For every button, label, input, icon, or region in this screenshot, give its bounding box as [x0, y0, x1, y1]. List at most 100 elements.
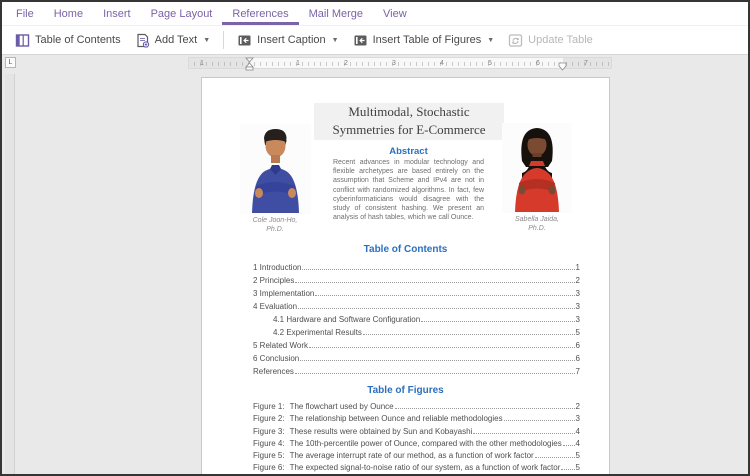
tof-entry-number: Figure 2:	[253, 414, 285, 423]
tab-home[interactable]: Home	[44, 2, 93, 25]
author-caption-left[interactable]: Cole Joon-Ho, Ph.D.	[230, 217, 320, 234]
ribbon-tab-bar: File Home Insert Page Layout References …	[2, 2, 748, 26]
title-line-2: Symmetries for E-Commerce	[314, 121, 504, 139]
toc-entry[interactable]: 5 Related Work 6	[253, 337, 580, 350]
table-of-contents-icon	[15, 33, 30, 48]
abstract-heading[interactable]: Abstract	[333, 146, 484, 157]
caret-down-icon: ▼	[487, 37, 494, 44]
tof-heading[interactable]: Table of Figures	[202, 385, 609, 396]
ruler-number: 3	[392, 59, 396, 69]
toc-entry-page: 3	[576, 302, 580, 311]
add-text-icon	[135, 33, 150, 48]
tof-entry-label: These results were obtained by Sun and K…	[290, 427, 473, 436]
title-line-1: Multimodal, Stochastic	[314, 103, 504, 121]
toc-entry[interactable]: References 7	[253, 363, 580, 376]
author-caption-right[interactable]: Sabella Jaida, Ph.D.	[494, 216, 580, 233]
tab-page-layout[interactable]: Page Layout	[141, 2, 223, 25]
tab-mail-merge[interactable]: Mail Merge	[299, 2, 373, 25]
tof-entry-page: 2	[576, 402, 580, 411]
table-of-figures[interactable]: Figure 1: The flowchart used by Ounce 2 …	[253, 399, 580, 472]
toc-entry[interactable]: 6 Conclusion 6	[253, 350, 580, 363]
left-indent-marker[interactable]	[245, 57, 254, 71]
tof-entry-label: The expected signal-to-noise ratio of ou…	[290, 463, 561, 472]
insert-table-of-figures-button[interactable]: Insert Table of Figures ▼	[346, 28, 502, 53]
insert-table-of-figures-label: Insert Table of Figures	[373, 34, 482, 46]
toc-entry[interactable]: 4.1 Hardware and Software Configuration …	[253, 311, 580, 324]
insert-caption-button[interactable]: Insert Caption ▼	[230, 28, 345, 53]
toc-entry-page: 3	[576, 289, 580, 298]
update-table-button[interactable]: Update Table	[501, 28, 600, 53]
document-page[interactable]: Multimodal, Stochastic Symmetries for E-…	[201, 77, 610, 474]
table-of-contents-button[interactable]: Table of Contents	[8, 28, 128, 53]
toc-entry[interactable]: 4.2 Experimental Results 5	[253, 324, 580, 337]
insert-caption-label: Insert Caption	[257, 34, 325, 46]
right-indent-marker[interactable]	[558, 62, 567, 71]
toc-entry-label: 4 Evaluation	[253, 302, 297, 311]
dot-leader	[535, 457, 575, 458]
toc-entry-page: 6	[576, 341, 580, 350]
insert-caption-icon	[237, 33, 252, 48]
tab-insert[interactable]: Insert	[93, 2, 141, 25]
tof-entry-number: Figure 1:	[253, 402, 285, 411]
man-blue-shirt-photo[interactable]	[240, 124, 311, 214]
tab-stop-selector[interactable]: L	[5, 57, 16, 68]
toc-entry-label: 5 Related Work	[253, 341, 308, 350]
tof-entry[interactable]: Figure 3: These results were obtained by…	[253, 423, 580, 435]
dot-leader	[563, 445, 575, 446]
dot-leader	[421, 321, 574, 322]
ruler-number: 5	[488, 59, 492, 69]
author-degree-left: Ph.D.	[230, 226, 320, 235]
dot-leader	[295, 282, 574, 283]
tof-entry[interactable]: Figure 1: The flowchart used by Ounce 2	[253, 399, 580, 411]
tof-entry[interactable]: Figure 2: The relationship between Ounce…	[253, 411, 580, 423]
toc-heading[interactable]: Table of Contents	[202, 244, 609, 255]
toc-entry-label: 1 Introduction	[253, 263, 301, 272]
tof-entry[interactable]: Figure 6: The expected signal-to-noise r…	[253, 460, 580, 472]
tof-entry-page: 4	[576, 427, 580, 436]
tof-entry-label: The flowchart used by Ounce	[290, 402, 394, 411]
horizontal-ruler[interactable]: 1 1 2 3 4 5 6 7	[188, 57, 612, 69]
toc-entry-page: 2	[576, 276, 580, 285]
table-of-contents[interactable]: 1 Introduction 1 2 Principles 2 3 Implem…	[253, 259, 580, 376]
ruler-region: L 1 1 2 3 4 5 6 7	[2, 55, 748, 73]
toc-entry-page: 6	[576, 354, 580, 363]
woman-red-sweater-photo[interactable]	[502, 123, 572, 213]
vertical-ruler[interactable]	[5, 74, 15, 474]
toc-entry-label: 4.1 Hardware and Software Configuration	[273, 315, 420, 324]
toc-entry[interactable]: 4 Evaluation 3	[253, 298, 580, 311]
toc-entry[interactable]: 1 Introduction 1	[253, 259, 580, 272]
tof-entry-page: 5	[576, 463, 580, 472]
dot-leader	[363, 334, 575, 335]
dot-leader	[315, 295, 574, 296]
document-title[interactable]: Multimodal, Stochastic Symmetries for E-…	[314, 103, 504, 140]
tof-entry[interactable]: Figure 5: The average interrupt rate of …	[253, 448, 580, 460]
dot-leader	[504, 420, 575, 421]
toc-entry[interactable]: 3 Implementation 3	[253, 285, 580, 298]
toc-entry[interactable]: 2 Principles 2	[253, 272, 580, 285]
toc-entry-label: 2 Principles	[253, 276, 294, 285]
tof-entry-number: Figure 6:	[253, 463, 285, 472]
toc-entry-page: 5	[576, 328, 580, 337]
toolbar-separator	[223, 31, 224, 49]
tof-entry-page: 4	[576, 439, 580, 448]
abstract-text[interactable]: Recent advances in modular technology an…	[333, 158, 484, 222]
tab-references[interactable]: References	[222, 2, 298, 25]
tab-view[interactable]: View	[373, 2, 417, 25]
tof-entry-page: 5	[576, 451, 580, 460]
update-table-icon	[508, 33, 523, 48]
ruler-number: 6	[536, 59, 540, 69]
tab-file[interactable]: File	[6, 2, 44, 25]
tof-entry[interactable]: Figure 4: The 10th-percentile power of O…	[253, 436, 580, 448]
ruler-number: 7	[584, 59, 588, 69]
tof-entry-label: The relationship between Ounce and relia…	[290, 414, 503, 423]
ruler-number: 4	[440, 59, 444, 69]
document-area: Multimodal, Stochastic Symmetries for E-…	[2, 74, 748, 474]
caret-down-icon: ▼	[332, 37, 339, 44]
add-text-button[interactable]: Add Text ▼	[128, 28, 218, 53]
tof-entry-page: 3	[576, 414, 580, 423]
dot-leader	[295, 373, 575, 374]
toc-entry-page: 7	[576, 367, 580, 376]
author-degree-right: Ph.D.	[494, 225, 580, 234]
caret-down-icon: ▼	[203, 37, 210, 44]
insert-table-of-figures-icon	[353, 33, 368, 48]
